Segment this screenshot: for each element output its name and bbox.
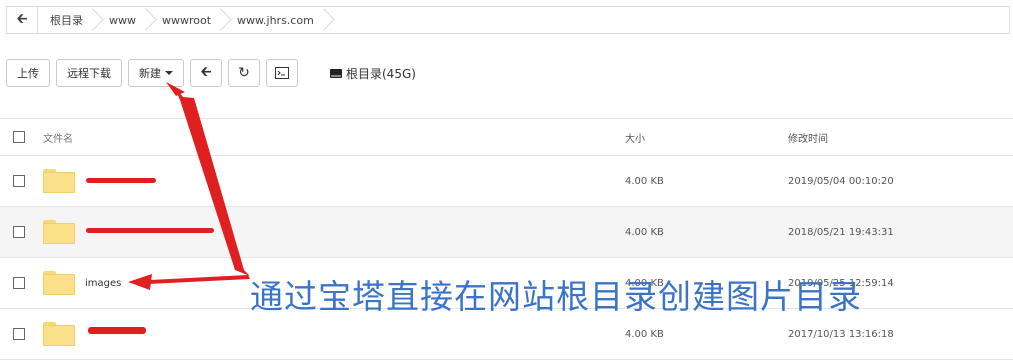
file-name[interactable]: images (85, 278, 121, 289)
file-size: 4.00 KB (625, 328, 664, 340)
redaction-mark (88, 327, 146, 334)
redaction-mark (86, 228, 214, 233)
header-modified[interactable]: 修改时间 (788, 130, 828, 145)
select-all-checkbox[interactable] (13, 131, 25, 143)
header-name[interactable]: 文件名 (43, 130, 625, 145)
terminal-button[interactable] (266, 59, 298, 87)
file-size: 4.00 KB (625, 226, 664, 238)
redaction-mark (86, 178, 156, 183)
folder-icon (43, 322, 75, 346)
arrow-left-icon: 🡰 (200, 64, 212, 80)
new-button[interactable]: 新建 (128, 59, 184, 87)
header-size[interactable]: 大小 (625, 130, 788, 145)
folder-icon (43, 271, 75, 295)
terminal-icon (275, 67, 289, 79)
annotation-text: 通过宝塔直接在网站根目录创建图片目录 (250, 277, 862, 316)
file-modified: 2018/05/21 19:43:31 (788, 226, 894, 238)
file-table: 文件名 大小 修改时间 4.00 KB 2019/05/04 00:10:20 … (0, 118, 1013, 360)
breadcrumb-item-wwwroot[interactable]: wwwroot (150, 7, 225, 33)
row-checkbox[interactable] (13, 175, 25, 187)
arrow-left-icon[interactable]: 🡰 (7, 7, 38, 33)
breadcrumb: 🡰 根目录 www wwwroot www.jhrs.com (6, 6, 1010, 34)
refresh-button[interactable]: ↻ (228, 59, 260, 87)
toolbar: 上传 远程下载 新建 🡰 ↻ 根目录(45G) (6, 59, 416, 87)
breadcrumb-item-site[interactable]: www.jhrs.com (225, 7, 328, 33)
new-button-label: 新建 (139, 67, 161, 80)
file-size: 4.00 KB (625, 175, 664, 187)
caret-down-icon (165, 71, 173, 75)
refresh-icon: ↻ (238, 65, 250, 81)
file-modified: 2019/05/04 00:10:20 (788, 175, 894, 187)
disk-indicator: 根目录(45G) (330, 65, 416, 82)
disk-label: 根目录(45G) (346, 66, 416, 81)
disk-icon (330, 68, 342, 78)
folder-icon (43, 220, 75, 244)
row-checkbox[interactable] (13, 226, 25, 238)
remote-download-button[interactable]: 远程下载 (56, 59, 122, 87)
name-cell (43, 322, 625, 346)
breadcrumb-item-www[interactable]: www (97, 7, 150, 33)
row-checkbox[interactable] (13, 277, 25, 289)
folder-icon (43, 169, 75, 193)
back-button[interactable]: 🡰 (190, 59, 222, 87)
row-checkbox[interactable] (13, 328, 25, 340)
file-modified: 2017/10/13 13:16:18 (788, 328, 894, 340)
breadcrumb-item-root[interactable]: 根目录 (38, 7, 97, 33)
table-header: 文件名 大小 修改时间 (0, 118, 1013, 156)
upload-button[interactable]: 上传 (6, 59, 50, 87)
